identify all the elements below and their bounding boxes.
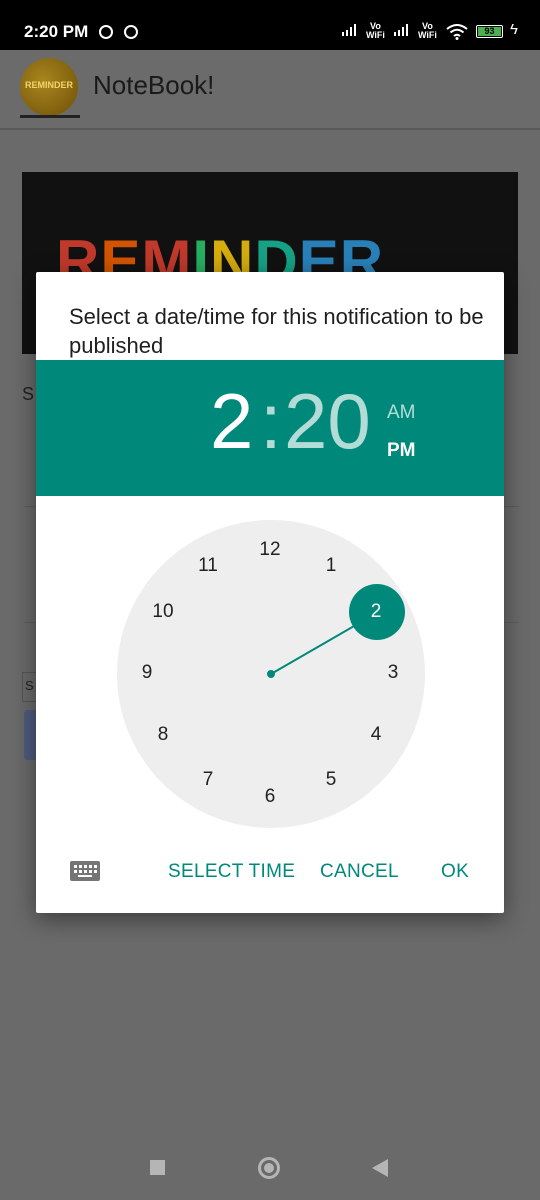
clock-number-4[interactable]: 4 (354, 713, 398, 757)
notification-icon (98, 25, 113, 39)
logo-underline (20, 115, 80, 118)
battery-level: 93 (478, 27, 501, 36)
clock-hand (270, 620, 364, 675)
time-separator: : (260, 377, 282, 465)
recent-apps-icon[interactable] (150, 1160, 165, 1175)
back-icon[interactable] (372, 1159, 388, 1177)
ok-button[interactable]: OK (441, 861, 469, 883)
hour-display[interactable]: 2 (210, 376, 253, 466)
charging-icon: ϟ (510, 21, 518, 38)
app-bar: REMINDER NoteBook! (0, 50, 540, 130)
app-logo: REMINDER (20, 58, 78, 116)
system-nav-bar (0, 1130, 540, 1200)
signal-icon (342, 24, 356, 36)
clock-number-10[interactable]: 10 (141, 590, 185, 634)
status-time-text: 2:20 PM (24, 22, 89, 41)
clock-center (267, 670, 275, 678)
time-picker-dialog: Select a date/time for this notification… (36, 272, 504, 913)
status-bar: 2:20 PM Vo WiFi Vo WiFi 93 ϟ (0, 0, 540, 50)
clock-number-3[interactable]: 3 (371, 651, 415, 695)
app-logo-text: REMINDER (24, 80, 73, 90)
clock-number-11[interactable]: 11 (186, 544, 230, 588)
background-label: S (22, 384, 35, 404)
keyboard-icon[interactable] (70, 861, 100, 881)
clock-number-1[interactable]: 1 (309, 544, 353, 588)
wifi-icon (446, 24, 468, 40)
home-icon[interactable] (258, 1157, 280, 1179)
clock-number-2[interactable]: 2 (354, 590, 398, 634)
vowifi-icon: Vo WiFi (366, 21, 385, 40)
clock-number-5[interactable]: 5 (309, 758, 353, 802)
clock-dial[interactable]: 12 1 2 3 4 5 6 7 8 9 10 11 (117, 520, 425, 828)
pm-toggle[interactable]: PM (387, 440, 416, 462)
clock-number-9[interactable]: 9 (125, 651, 169, 695)
clock-number-12[interactable]: 12 (248, 528, 292, 572)
signal-icon (394, 24, 408, 36)
clock-number-7[interactable]: 7 (186, 758, 230, 802)
cancel-button[interactable]: CANCEL (320, 861, 399, 883)
notification-icon (123, 25, 138, 39)
dialog-title: Select a date/time for this notification… (69, 304, 484, 358)
vowifi-icon: Vo WiFi (418, 21, 437, 40)
battery-icon: 93 (476, 25, 503, 38)
select-time-button[interactable]: SELECT TIME (168, 861, 295, 883)
clock-number-8[interactable]: 8 (141, 713, 185, 757)
minute-display[interactable]: 20 (284, 376, 371, 466)
am-toggle[interactable]: AM (387, 402, 416, 424)
status-time: 2:20 PM (24, 22, 138, 42)
app-title: NoteBook! (93, 70, 215, 100)
clock-number-6[interactable]: 6 (248, 775, 292, 819)
time-header: 2 : 20 AM PM (36, 360, 504, 496)
